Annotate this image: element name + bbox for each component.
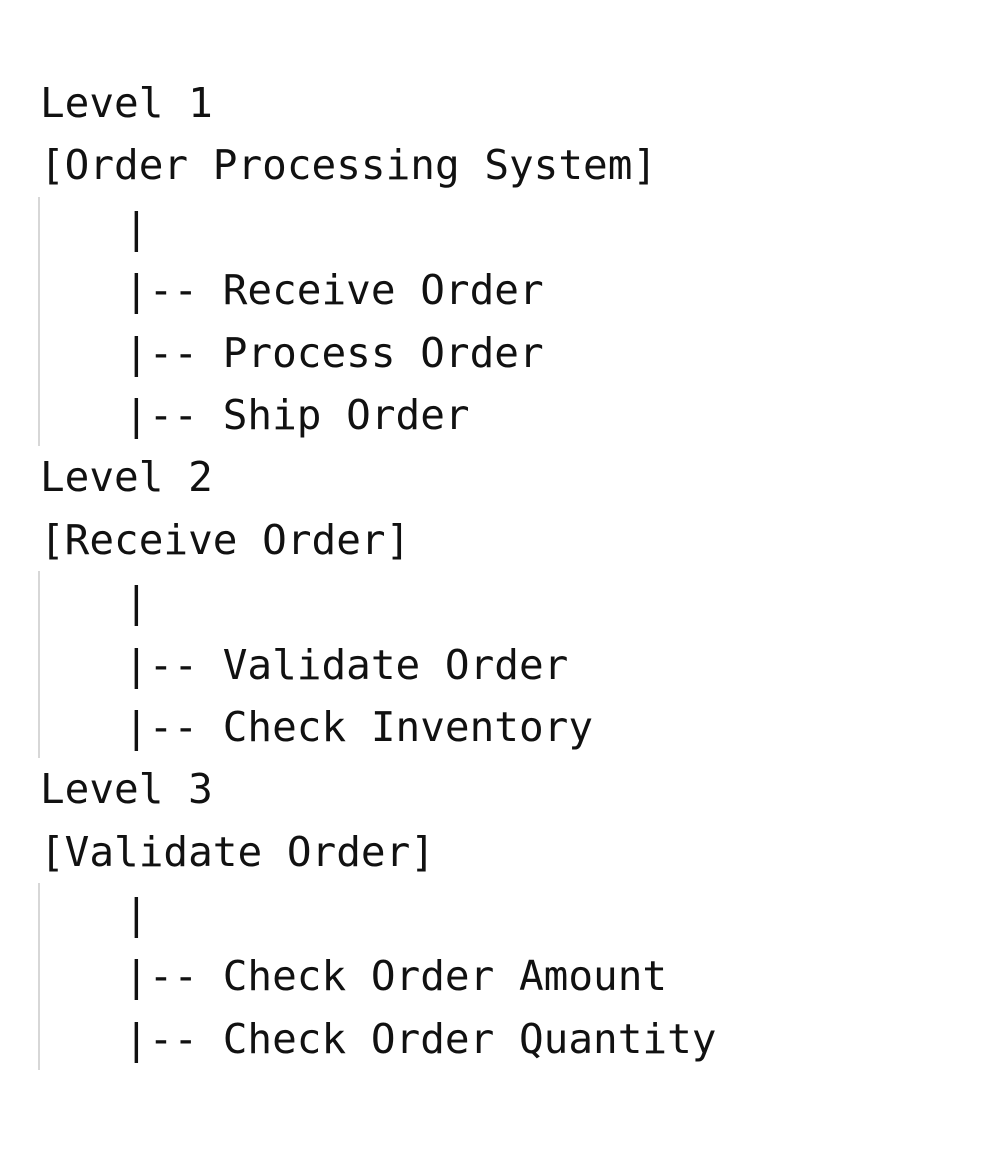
level-2-child-validate-order: |-- Validate Order (40, 634, 716, 696)
hierarchy-document: Level 1 [Order Processing System] | |-- … (38, 72, 716, 1071)
branch-prefix: |-- (124, 1014, 223, 1063)
branch-prefix: |-- (124, 266, 223, 315)
branch-prefix: |-- (124, 390, 223, 439)
level-3-connector: | (124, 890, 149, 939)
child-label: Check Inventory (222, 702, 594, 751)
child-label: Check Order Amount (222, 952, 668, 1001)
branch-prefix: |-- (124, 640, 223, 689)
branch-prefix: |-- (124, 328, 223, 377)
level-2-child-check-inventory: |-- Check Inventory (40, 696, 716, 758)
level-1-child-receive-order: |-- Receive Order (40, 259, 716, 321)
level-2-connector: | (124, 578, 149, 627)
level-3-node: [Validate Order] (40, 827, 435, 876)
branch-prefix: |-- (124, 952, 223, 1001)
child-label: Receive Order (222, 266, 544, 315)
branch-prefix: |-- (124, 702, 223, 751)
level-2-node: [Receive Order] (40, 515, 411, 564)
level-1-connector: | (124, 203, 149, 252)
level-1-child-process-order: |-- Process Order (40, 322, 716, 384)
level-1-child-ship-order: |-- Ship Order (40, 384, 716, 446)
level-2-heading: Level 2 (40, 453, 213, 502)
child-label: Ship Order (222, 390, 470, 439)
level-1-heading: Level 1 (40, 79, 213, 127)
level-3-child-check-order-amount: |-- Check Order Amount (40, 945, 716, 1007)
level-3-children: | |-- Check Order Amount |-- Check Order… (38, 883, 716, 1071)
level-1-node: [Order Processing System] (40, 141, 658, 190)
level-1-children: | |-- Receive Order |-- Process Order |-… (38, 196, 716, 447)
child-label: Validate Order (222, 640, 569, 689)
level-3-child-check-order-quantity: |-- Check Order Quantity (40, 1008, 716, 1070)
level-3-heading: Level 3 (40, 765, 213, 814)
level-2-children: | |-- Validate Order |-- Check Inventory (38, 571, 716, 759)
child-label: Check Order Quantity (222, 1014, 717, 1063)
child-label: Process Order (222, 328, 544, 377)
